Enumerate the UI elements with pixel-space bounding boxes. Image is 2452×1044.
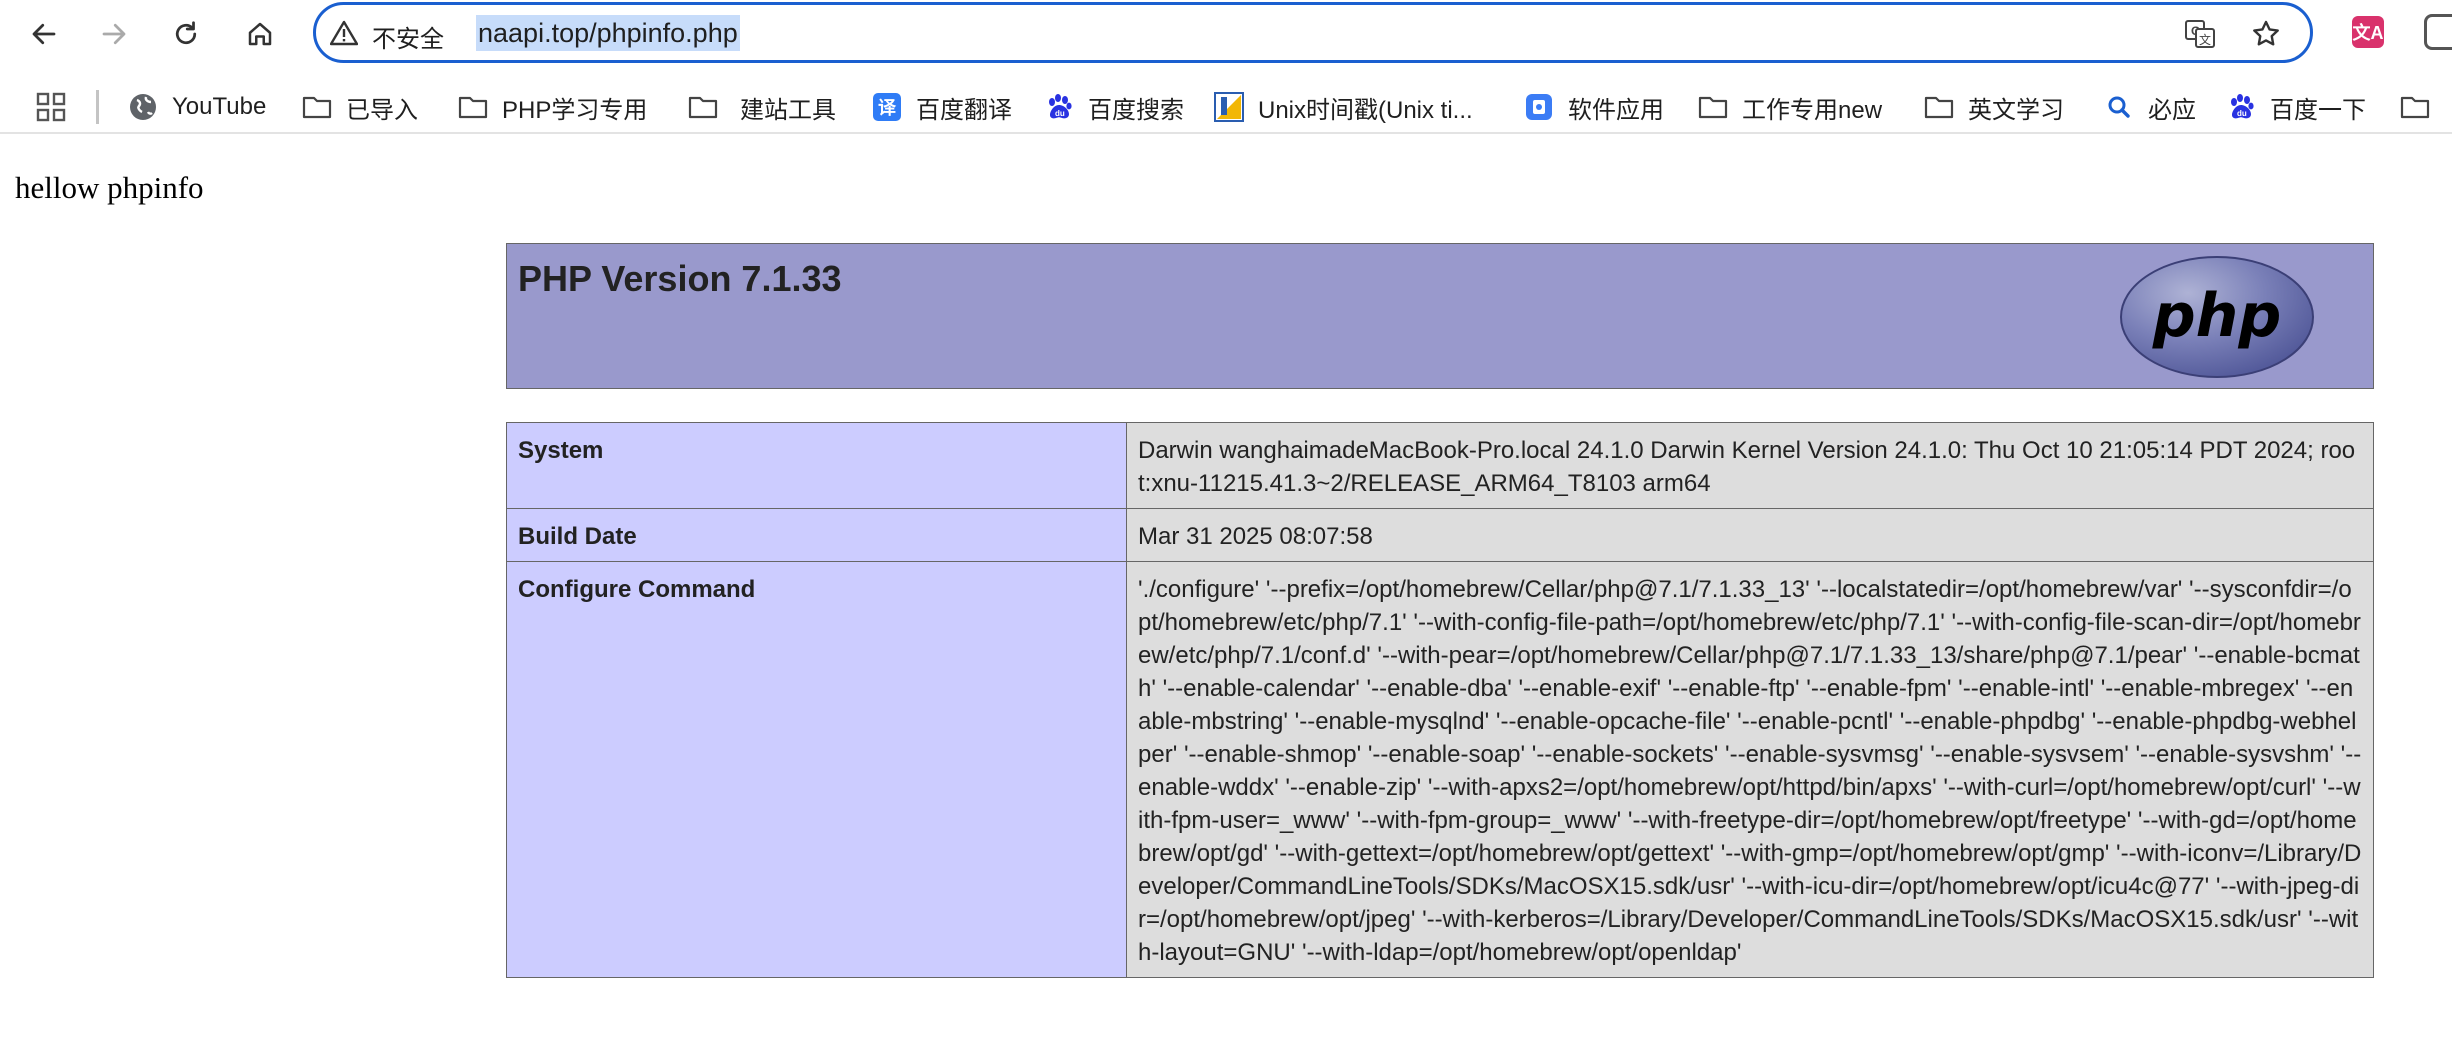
bookmark-label: 百度搜索 xyxy=(1088,96,1184,124)
php-version-title: PHP Version 7.1.33 xyxy=(518,258,842,299)
greeting-text: hellow phpinfo xyxy=(15,170,204,205)
bookmark-folder-work[interactable]: 工作专用new xyxy=(1698,90,1882,124)
back-button[interactable] xyxy=(22,12,66,56)
php-logo[interactable]: php xyxy=(2118,254,2316,380)
extension-translate-icon[interactable]: 文A xyxy=(2352,16,2384,48)
table-row: Configure Command './configure' '--prefi… xyxy=(506,561,2374,978)
forward-button[interactable] xyxy=(92,12,136,56)
globe-icon xyxy=(128,92,158,122)
bookmark-folder-english[interactable]: 英文学习 xyxy=(1924,90,2064,124)
bookmark-label: Unix时间戳(Unix ti... xyxy=(1258,96,1473,124)
bookmark-software-apps[interactable]: 软件应用 xyxy=(1524,90,1664,124)
translate-icon[interactable]: G文 xyxy=(2184,18,2216,50)
bookmark-label: PHP学习专用 xyxy=(502,96,648,124)
row-label: System xyxy=(506,422,1127,509)
svg-text:php: php xyxy=(2152,281,2282,351)
php-info-table: System Darwin wanghaimadeMacBook-Pro.loc… xyxy=(506,422,2374,978)
bookmark-label: 必应 xyxy=(2148,96,2196,124)
bookmark-baidu-translate[interactable]: 译 百度翻译 xyxy=(872,90,1012,124)
bookmark-label: 建站工具 xyxy=(740,96,836,124)
bookmark-folder-imported[interactable]: 已导入 xyxy=(302,90,418,124)
row-label: Configure Command xyxy=(506,561,1127,978)
bookmarks-bar: YouTube 已导入 PHP学习专用 建站工具 译 百度翻译 du 百度搜索 … xyxy=(0,82,2452,134)
bookmark-label: 英文学习 xyxy=(1968,96,2064,124)
row-value: './configure' '--prefix=/opt/homebrew/Ce… xyxy=(1126,561,2374,978)
row-label: Build Date xyxy=(506,508,1127,562)
row-value: Mar 31 2025 08:07:58 xyxy=(1126,508,2374,562)
php-version-header: PHP Version 7.1.33 php xyxy=(506,243,2374,389)
bookmark-youtube[interactable]: YouTube xyxy=(128,90,266,124)
bookmark-unix-timestamp[interactable]: Unix时间戳(Unix ti... xyxy=(1214,90,1473,124)
bookmark-bing[interactable]: 必应 xyxy=(2104,90,2196,124)
browser-toolbar: 不安全 naapi.top/phpinfo.php G文 文A xyxy=(0,0,2452,68)
baidu-paw-icon: du xyxy=(1044,92,1074,122)
search-icon xyxy=(2104,92,2134,122)
bookmark-label: 百度翻译 xyxy=(916,96,1012,124)
svg-text:文: 文 xyxy=(2199,32,2211,47)
app-tile-icon xyxy=(1524,92,1554,122)
security-label[interactable]: 不安全 xyxy=(372,19,444,54)
extension-icon[interactable] xyxy=(2424,14,2452,50)
home-icon xyxy=(248,22,272,46)
baidu-paw-icon: du xyxy=(2226,92,2256,122)
unix-timestamp-icon xyxy=(1214,92,1244,122)
svg-text:du: du xyxy=(1055,109,1065,118)
folder-icon xyxy=(2400,92,2430,122)
bookmark-label: 已导入 xyxy=(346,96,418,124)
table-row: System Darwin wanghaimadeMacBook-Pro.loc… xyxy=(506,422,2374,509)
url-text[interactable]: naapi.top/phpinfo.php xyxy=(476,15,740,51)
bookmark-baidu[interactable]: du 百度一下 xyxy=(2226,90,2366,124)
bookmark-baidu-search[interactable]: du 百度搜索 xyxy=(1044,90,1184,124)
row-value: Darwin wanghaimadeMacBook-Pro.local 24.1… xyxy=(1126,422,2374,509)
arrow-right-icon xyxy=(102,23,126,45)
folder-icon xyxy=(1698,92,1728,122)
bookmark-folder-overflow[interactable] xyxy=(2400,90,2444,124)
bookmark-label: 百度一下 xyxy=(2270,96,2366,124)
svg-text:du: du xyxy=(2237,109,2247,118)
address-bar[interactable]: 不安全 naapi.top/phpinfo.php G文 xyxy=(313,2,2313,63)
folder-icon xyxy=(688,92,718,122)
bookmark-folder-sitetools[interactable]: 建站工具 xyxy=(688,90,836,124)
warning-icon[interactable] xyxy=(330,20,358,46)
bookmark-label: 软件应用 xyxy=(1568,96,1664,124)
translate-tile-icon: 译 xyxy=(872,92,902,122)
reload-button[interactable] xyxy=(164,12,208,56)
folder-icon xyxy=(458,92,488,122)
folder-icon xyxy=(1924,92,1954,122)
bookmark-label: YouTube xyxy=(172,93,267,120)
folder-icon xyxy=(302,92,332,122)
home-button[interactable] xyxy=(238,12,282,56)
arrow-left-icon xyxy=(32,23,56,45)
bookmark-label: 工作专用new xyxy=(1742,96,1883,124)
reload-icon xyxy=(175,21,197,45)
table-row: Build Date Mar 31 2025 08:07:58 xyxy=(506,508,2374,562)
bookmark-star-icon[interactable] xyxy=(2250,18,2282,50)
bookmark-folder-php[interactable]: PHP学习专用 xyxy=(458,90,647,124)
